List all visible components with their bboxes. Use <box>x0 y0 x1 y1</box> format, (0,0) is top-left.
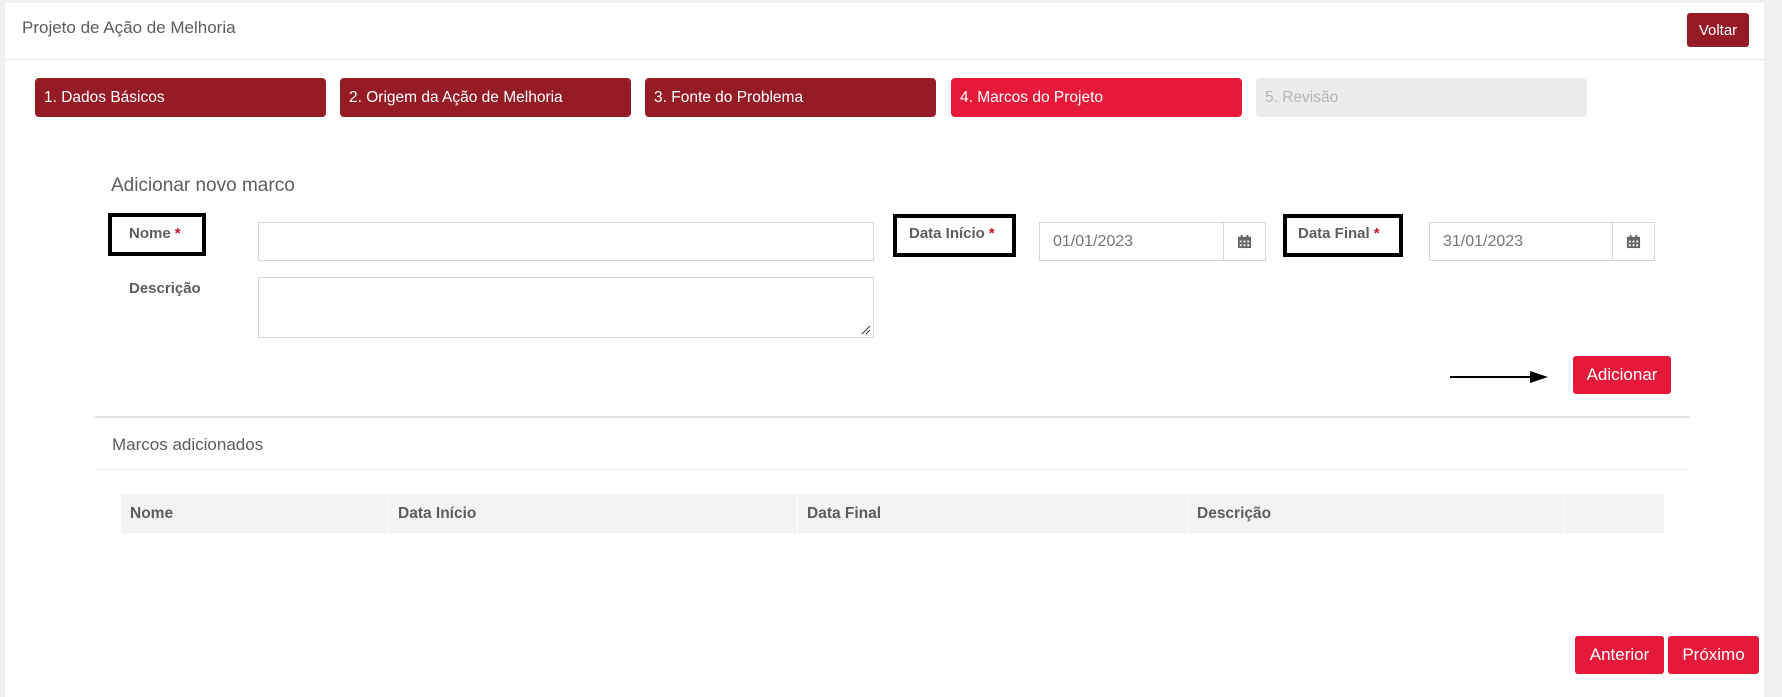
step-marcos-projeto[interactable]: 4. Marcos do Projeto <box>951 78 1242 117</box>
data-final-label: Data Final * <box>1298 225 1380 242</box>
nome-label-text: Nome <box>129 225 171 242</box>
step-fonte-problema[interactable]: 3. Fonte do Problema <box>645 78 936 117</box>
calendar-icon <box>1626 234 1641 249</box>
data-final-input[interactable]: 31/01/2023 <box>1430 223 1612 260</box>
calendar-icon <box>1237 234 1252 249</box>
column-header-nome: Nome <box>121 494 389 533</box>
required-marker: * <box>988 225 995 242</box>
page-header: Projeto de Ação de Melhoria Voltar <box>5 3 1764 60</box>
resize-grip-icon[interactable] <box>861 325 871 335</box>
page: Projeto de Ação de Melhoria Voltar 1. Da… <box>5 3 1764 697</box>
form-title: Adicionar novo marco <box>111 175 295 196</box>
arrow-right-icon <box>1450 371 1548 383</box>
data-final-label-text: Data Final <box>1298 225 1370 242</box>
data-inicio-input[interactable]: 01/01/2023 <box>1040 223 1223 260</box>
data-final-calendar-button[interactable] <box>1612 223 1654 260</box>
column-header-data-final: Data Final <box>798 494 1188 533</box>
step-revisao: 5. Revisão <box>1256 78 1587 117</box>
nome-label: Nome * <box>129 225 181 242</box>
milestones-table-header: Nome Data Início Data Final Descrição <box>121 494 1664 533</box>
step-origem[interactable]: 2. Origem da Ação de Melhoria <box>340 78 631 117</box>
data-inicio-label: Data Início * <box>909 225 995 242</box>
milestones-title: Marcos adicionados <box>112 435 264 454</box>
column-header-descricao: Descrição <box>1188 494 1564 533</box>
nome-input[interactable] <box>258 222 874 261</box>
data-inicio-calendar-button[interactable] <box>1223 223 1265 260</box>
page-title: Projeto de Ação de Melhoria <box>22 18 236 37</box>
descricao-label: Descrição <box>129 280 201 297</box>
data-inicio-field[interactable]: 01/01/2023 <box>1039 222 1266 261</box>
divider <box>95 416 1690 418</box>
data-inicio-label-text: Data Início <box>909 225 985 242</box>
add-milestone-button[interactable]: Adicionar <box>1573 356 1671 394</box>
next-button[interactable]: Próximo <box>1668 636 1759 674</box>
previous-button[interactable]: Anterior <box>1575 636 1664 674</box>
required-marker: * <box>174 225 181 242</box>
required-marker: * <box>1373 225 1380 242</box>
column-header-data-inicio: Data Início <box>389 494 798 533</box>
step-dados-basicos[interactable]: 1. Dados Básicos <box>35 78 326 117</box>
descricao-textarea[interactable] <box>258 277 874 338</box>
back-button[interactable]: Voltar <box>1687 13 1749 47</box>
column-header-actions <box>1564 494 1664 533</box>
data-final-field[interactable]: 31/01/2023 <box>1429 222 1655 261</box>
divider <box>95 469 1690 470</box>
